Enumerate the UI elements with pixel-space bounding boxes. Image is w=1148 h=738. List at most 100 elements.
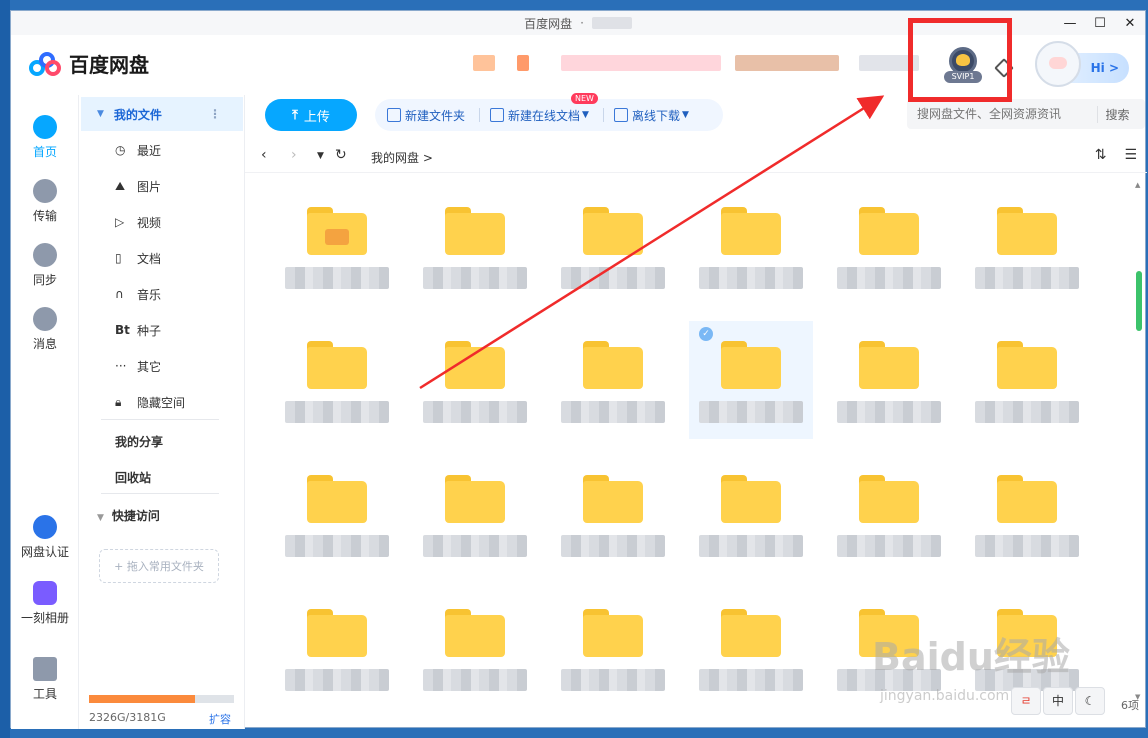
list-view-icon[interactable]: ☰ xyxy=(1124,147,1137,163)
my-share-link[interactable]: 我的分享 xyxy=(115,433,163,450)
tree-my-files[interactable]: ▼ 我的文件 ⋮ xyxy=(81,97,243,131)
tree-item-music[interactable]: ∩ 音乐 xyxy=(115,283,161,305)
folder-item[interactable] xyxy=(965,455,1089,573)
upload-icon: ⤒ xyxy=(292,107,298,123)
maximize-button[interactable]: ☐ xyxy=(1085,11,1115,35)
scroll-up-icon[interactable]: ▲ xyxy=(1135,181,1140,189)
input-method-icon[interactable]: ㄹ xyxy=(1011,687,1041,715)
folder-item[interactable] xyxy=(827,455,951,573)
moon-icon[interactable]: ☾ xyxy=(1075,687,1105,715)
expand-storage-link[interactable]: 扩容 xyxy=(209,711,231,727)
folder-item[interactable] xyxy=(689,455,813,573)
offline-download-label: 离线下载 xyxy=(631,108,680,123)
folder-icon xyxy=(859,475,919,523)
nav-album[interactable]: 一刻相册 xyxy=(11,581,79,626)
tree-item-label: 最近 xyxy=(137,143,162,158)
tree-item-other[interactable]: ··· 其它 xyxy=(115,355,161,377)
folder-item[interactable] xyxy=(965,187,1089,305)
sort-icon[interactable]: ⇅ xyxy=(1095,147,1107,163)
blurred-banner-4[interactable] xyxy=(735,55,839,71)
folder-item[interactable] xyxy=(827,321,951,439)
doc-plus-icon xyxy=(490,108,505,122)
upload-button[interactable]: ⤒ 上传 xyxy=(265,99,357,131)
folder-item[interactable] xyxy=(689,187,813,305)
search-input[interactable] xyxy=(907,107,1097,121)
quick-access-drop-zone[interactable]: + 拖入常用文件夹 xyxy=(99,549,219,583)
app-logo[interactable]: 百度网盘 xyxy=(29,49,149,78)
folder-item[interactable] xyxy=(965,321,1089,439)
separator xyxy=(479,108,481,122)
folder-name-blurred xyxy=(561,401,665,423)
album-icon xyxy=(33,581,57,605)
blurred-banner-2[interactable] xyxy=(517,55,529,71)
search-button[interactable]: 搜索 xyxy=(1097,105,1137,123)
chinese-mode-icon[interactable]: 中 xyxy=(1043,687,1073,715)
sync-icon xyxy=(33,243,57,267)
folder-item[interactable] xyxy=(551,321,675,439)
cloud-icon xyxy=(33,115,57,139)
close-button[interactable]: ✕ xyxy=(1115,11,1145,35)
highlight-box xyxy=(908,18,1012,102)
tree-item-recent[interactable]: ◷ 最近 xyxy=(115,139,161,161)
tree-item-docs[interactable]: ▯ 文档 xyxy=(115,247,161,269)
folder-item[interactable] xyxy=(275,187,399,305)
folder-item[interactable] xyxy=(413,187,537,305)
folder-item[interactable] xyxy=(413,589,537,695)
nav-transfer[interactable]: 传输 xyxy=(11,179,79,224)
folder-item[interactable] xyxy=(275,589,399,695)
folder-item[interactable]: ✓ xyxy=(689,321,813,439)
folder-item[interactable] xyxy=(275,321,399,439)
folder-item[interactable] xyxy=(551,187,675,305)
checkbox-checked-icon[interactable]: ✓ xyxy=(699,327,713,341)
breadcrumb[interactable]: 我的网盘 > xyxy=(371,149,433,166)
history-dropdown-icon[interactable]: ▼ xyxy=(317,151,324,161)
more-options-icon[interactable]: ⋮ xyxy=(209,107,221,121)
nav-home[interactable]: 首页 xyxy=(11,115,79,160)
folder-icon xyxy=(445,475,505,523)
folder-item[interactable] xyxy=(275,455,399,573)
folder-item[interactable] xyxy=(551,455,675,573)
new-online-doc-button[interactable]: 新建在线文档 ▼ xyxy=(490,107,589,124)
folder-name-blurred xyxy=(561,669,665,691)
minimize-button[interactable]: — xyxy=(1055,11,1085,35)
app-window: 百度网盘 · — ☐ ✕ 百度网盘 SVIP1 Hi > 首页 传输 同步 消息… xyxy=(10,10,1147,729)
forward-icon[interactable]: › xyxy=(291,147,297,163)
blurred-banner-3[interactable] xyxy=(561,55,721,71)
new-online-doc-label: 新建在线文档 xyxy=(508,108,581,123)
nav-verify[interactable]: 网盘认证 xyxy=(11,515,79,560)
breadcrumb-root[interactable]: 我的网盘 xyxy=(371,151,419,165)
tree-item-torrents[interactable]: Bt 种子 xyxy=(115,319,161,341)
folder-icon xyxy=(445,207,505,255)
folder-item[interactable] xyxy=(689,589,813,695)
assistant-robot-icon[interactable] xyxy=(1035,41,1081,87)
recycle-bin-link[interactable]: 回收站 xyxy=(115,469,151,486)
nav-messages[interactable]: 消息 xyxy=(11,307,79,352)
search-box: 搜索 xyxy=(907,99,1145,129)
new-folder-button[interactable]: 新建文件夹 xyxy=(387,107,465,124)
folder-item[interactable] xyxy=(413,321,537,439)
scrollbar[interactable]: ▲ ▼ xyxy=(1135,181,1143,701)
back-icon[interactable]: ‹ xyxy=(261,147,267,163)
music-icon: ∩ xyxy=(115,287,124,301)
folder-item[interactable] xyxy=(551,589,675,695)
folder-item[interactable] xyxy=(827,187,951,305)
tree-my-files-label: 我的文件 xyxy=(113,107,162,122)
scroll-thumb[interactable] xyxy=(1136,271,1142,331)
nav-tools[interactable]: 工具 xyxy=(11,657,79,702)
item-count: 6项 xyxy=(1121,699,1139,712)
refresh-icon[interactable]: ↻ xyxy=(335,147,347,163)
folder-name-blurred xyxy=(699,401,803,423)
nav-sync[interactable]: 同步 xyxy=(11,243,79,288)
quick-access-header[interactable]: ▼ 快捷访问 xyxy=(97,507,160,524)
offline-download-button[interactable]: 离线下载 ▼ xyxy=(613,107,689,124)
folder-item[interactable] xyxy=(413,455,537,573)
tree-item-videos[interactable]: ▷ 视频 xyxy=(115,211,161,233)
collapse-arrow-icon[interactable]: ▼ xyxy=(97,109,104,119)
tree-item-hidden[interactable]: 🔒︎ 隐藏空间 xyxy=(115,391,185,413)
blurred-banner-1[interactable] xyxy=(473,55,495,71)
folder-icon xyxy=(721,609,781,657)
desktop-background xyxy=(0,0,10,738)
tree-item-images[interactable]: ⛰ 图片 xyxy=(115,175,161,197)
folder-icon xyxy=(307,609,367,657)
divider xyxy=(101,493,219,494)
